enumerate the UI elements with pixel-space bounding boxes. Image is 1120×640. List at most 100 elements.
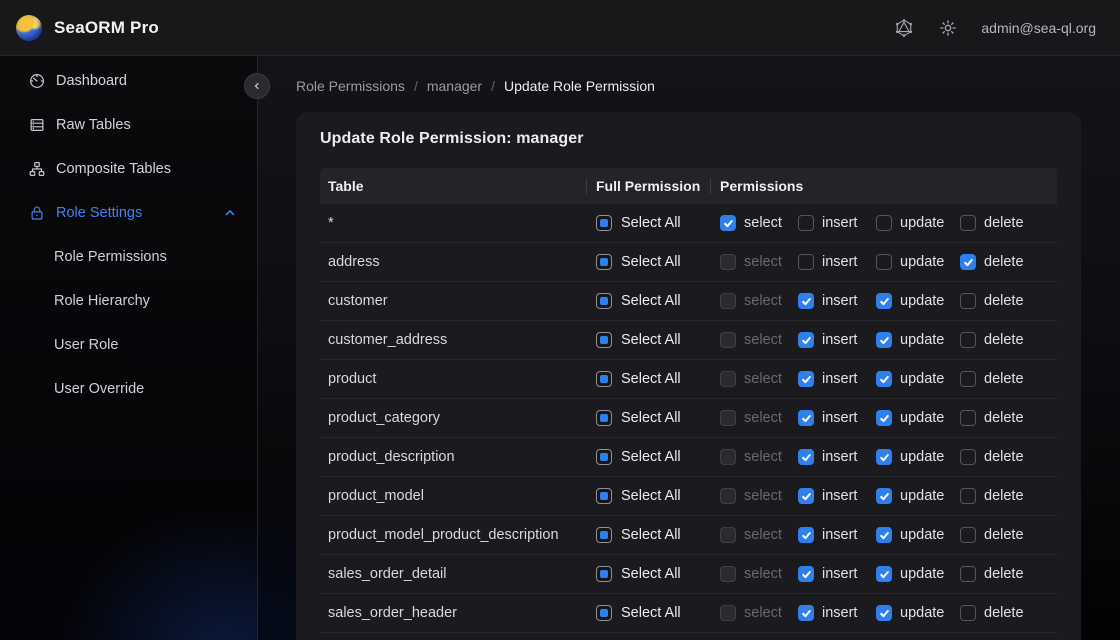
perm-select: select [720,410,798,426]
delete-checkbox[interactable] [960,488,976,504]
select-all-checkbox[interactable] [596,254,612,270]
select-all-checkbox[interactable] [596,449,612,465]
perm-insert: insert [798,293,876,309]
select-all-checkbox[interactable] [596,332,612,348]
select-all-checkbox[interactable] [596,605,612,621]
update-checkbox[interactable] [876,410,892,426]
delete-checkbox[interactable] [960,215,976,231]
graphql-icon[interactable] [893,17,915,39]
select-all-checkbox[interactable] [596,371,612,387]
delete-checkbox[interactable] [960,293,976,309]
perm-label: delete [984,371,1024,387]
insert-checkbox[interactable] [798,605,814,621]
update-checkbox[interactable] [876,488,892,504]
table-row: product_model_product_descriptionSelect … [320,516,1057,555]
sidebar-item-dashboard[interactable]: Dashboard [0,60,257,102]
permissions-cell: selectinsertupdatedelete [720,371,1057,387]
table-row: *Select Allselectinsertupdatedelete [320,204,1057,243]
update-checkbox[interactable] [876,371,892,387]
perm-label: select [744,605,782,621]
perm-delete: delete [960,254,1024,270]
perm-label: select [744,371,782,387]
table-name-cell: product_model_product_description [320,527,596,543]
select-checkbox[interactable] [720,215,736,231]
table-row: sales_order_detailSelect Allselectinsert… [320,555,1057,594]
breadcrumb-item[interactable]: Role Permissions [296,78,405,94]
update-checkbox[interactable] [876,605,892,621]
breadcrumb-separator: / [414,78,418,94]
sidebar-subitem-role-hierarchy[interactable]: Role Hierarchy [0,280,257,322]
perm-select: select [720,254,798,270]
update-checkbox[interactable] [876,449,892,465]
perm-delete: delete [960,488,1024,504]
full-permission-cell: Select All [596,215,720,231]
perm-label: insert [822,410,857,426]
delete-checkbox[interactable] [960,254,976,270]
insert-checkbox[interactable] [798,371,814,387]
table-name-cell: product_model [320,488,596,504]
sidebar-subitem-role-permissions[interactable]: Role Permissions [0,236,257,278]
sidebar-item-raw-tables[interactable]: Raw Tables [0,104,257,146]
perm-insert: insert [798,566,876,582]
select-all-checkbox[interactable] [596,488,612,504]
sidebar-collapse-button[interactable] [244,73,270,99]
update-checkbox[interactable] [876,215,892,231]
insert-checkbox[interactable] [798,449,814,465]
table-header-row: Table Full Permission Permissions [320,168,1057,204]
full-permission-cell: Select All [596,605,720,621]
perm-label: update [900,332,944,348]
card-title: Update Role Permission: manager [320,130,1057,148]
select-all-checkbox[interactable] [596,293,612,309]
update-checkbox[interactable] [876,527,892,543]
top-header: SeaORM Pro admin@sea-ql.o [0,0,1120,56]
permissions-cell: selectinsertupdatedelete [720,293,1057,309]
sun-icon[interactable] [937,17,959,39]
sidebar-subitem-user-role[interactable]: User Role [0,324,257,366]
select-all-checkbox[interactable] [596,527,612,543]
delete-checkbox[interactable] [960,332,976,348]
breadcrumb-separator: / [491,78,495,94]
select-all-checkbox[interactable] [596,566,612,582]
update-checkbox[interactable] [876,293,892,309]
breadcrumb-item[interactable]: manager [427,78,482,94]
perm-label: delete [984,293,1024,309]
sidebar-item-composite-tables[interactable]: Composite Tables [0,148,257,190]
perm-label: update [900,293,944,309]
insert-checkbox[interactable] [798,566,814,582]
insert-checkbox[interactable] [798,254,814,270]
insert-checkbox[interactable] [798,488,814,504]
sidebar-item-role-settings[interactable]: Role Settings [0,192,257,234]
delete-checkbox[interactable] [960,527,976,543]
delete-checkbox[interactable] [960,605,976,621]
insert-checkbox[interactable] [798,215,814,231]
delete-checkbox[interactable] [960,449,976,465]
sidebar-item-label: Role Settings [56,205,142,221]
perm-update: update [876,371,960,387]
update-checkbox[interactable] [876,254,892,270]
update-checkbox[interactable] [876,332,892,348]
update-checkbox[interactable] [876,566,892,582]
select-all-checkbox[interactable] [596,215,612,231]
table-name-cell: sales_order_detail [320,566,596,582]
table-row: customerSelect Allselectinsertupdatedele… [320,282,1057,321]
perm-select: select [720,215,798,231]
seaorm-logo-icon [16,15,42,41]
perm-update: update [876,605,960,621]
select-all-checkbox[interactable] [596,410,612,426]
delete-checkbox[interactable] [960,371,976,387]
insert-checkbox[interactable] [798,410,814,426]
select-all-label: Select All [621,293,681,309]
insert-checkbox[interactable] [798,527,814,543]
select-checkbox [720,371,736,387]
sidebar-subitem-user-override[interactable]: User Override [0,368,257,410]
perm-delete: delete [960,566,1024,582]
perm-select: select [720,605,798,621]
delete-checkbox[interactable] [960,566,976,582]
insert-checkbox[interactable] [798,332,814,348]
perm-delete: delete [960,371,1024,387]
select-all-label: Select All [621,332,681,348]
delete-checkbox[interactable] [960,410,976,426]
insert-checkbox[interactable] [798,293,814,309]
perm-label: insert [822,527,857,543]
user-email[interactable]: admin@sea-ql.org [981,20,1096,36]
